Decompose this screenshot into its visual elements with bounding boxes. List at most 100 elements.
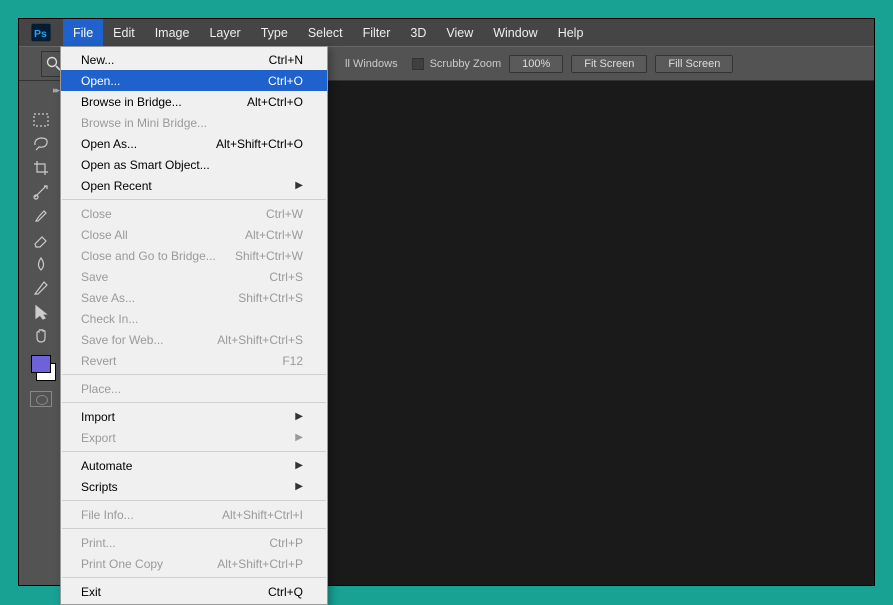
menu-item-exit[interactable]: Exit Ctrl+Q [61, 581, 327, 602]
scrubby-zoom-label: Scrubby Zoom [430, 58, 502, 70]
submenu-arrow-icon: ▶ [295, 432, 303, 443]
menu-item-file-info: File Info...Alt+Shift+Ctrl+I [61, 504, 327, 525]
marquee-tool[interactable] [29, 109, 53, 131]
menu-item-shortcut: Alt+Shift+Ctrl+O [216, 137, 303, 151]
tools-panel: ▸▸ [19, 81, 62, 585]
menu-item-label: Exit [81, 585, 101, 599]
pen-tool[interactable] [29, 277, 53, 299]
menu-item-label: Open as Smart Object... [81, 158, 210, 172]
submenu-arrow-icon: ▶ [295, 411, 303, 422]
menu-item-label: Open As... [81, 137, 137, 151]
menu-item-shortcut: Ctrl+S [269, 270, 303, 284]
menu-separator [62, 451, 326, 452]
path-select-tool[interactable] [29, 301, 53, 323]
menu-item-shortcut: Shift+Ctrl+S [238, 291, 303, 305]
menu-item-save-for-web: Save for Web...Alt+Shift+Ctrl+S [61, 329, 327, 350]
menu-item-new[interactable]: New... Ctrl+N [61, 49, 327, 70]
quickmask-icon[interactable] [30, 391, 52, 407]
foreground-color-swatch[interactable] [31, 355, 51, 373]
menu-item-save: Save Ctrl+S [61, 266, 327, 287]
menu-window[interactable]: Window [483, 19, 547, 46]
expand-panel-icon[interactable]: ▸▸ [53, 85, 58, 96]
menu-item-import[interactable]: Import ▶ [61, 406, 327, 427]
menu-item-label: Save [81, 270, 108, 284]
menu-item-shortcut: Alt+Ctrl+O [247, 95, 303, 109]
menu-item-shortcut: Ctrl+N [269, 53, 303, 67]
menu-item-label: Open Recent [81, 179, 152, 193]
menu-item-shortcut: Ctrl+P [269, 536, 303, 550]
file-menu-dropdown: New... Ctrl+N Open... Ctrl+O Browse in Bridg… [60, 46, 328, 605]
menu-item-label: Save As... [81, 291, 135, 305]
menu-item-check-in: Check In... [61, 308, 327, 329]
menu-select[interactable]: Select [298, 19, 353, 46]
menu-3d[interactable]: 3D [400, 19, 436, 46]
scrubby-zoom-checkbox[interactable] [412, 58, 424, 70]
menu-separator [62, 402, 326, 403]
menu-item-label: New... [81, 53, 114, 67]
submenu-arrow-icon: ▶ [295, 460, 303, 471]
menu-item-label: Revert [81, 354, 116, 368]
zoom-100-button[interactable]: 100% [509, 55, 563, 73]
menu-item-shortcut: Ctrl+O [268, 74, 303, 88]
menu-item-shortcut: Shift+Ctrl+W [235, 249, 303, 263]
hand-tool[interactable] [29, 325, 53, 347]
menu-item-browse-in-bridge[interactable]: Browse in Bridge... Alt+Ctrl+O [61, 91, 327, 112]
menu-item-label: Browse in Bridge... [81, 95, 182, 109]
eraser-tool[interactable] [29, 229, 53, 251]
menu-item-shortcut: F12 [282, 354, 303, 368]
menu-item-revert: Revert F12 [61, 350, 327, 371]
menu-help[interactable]: Help [548, 19, 594, 46]
brush-tool[interactable] [29, 205, 53, 227]
menu-item-scripts[interactable]: Scripts ▶ [61, 476, 327, 497]
submenu-arrow-icon: ▶ [295, 481, 303, 492]
menu-item-shortcut: Ctrl+Q [268, 585, 303, 599]
menu-item-open[interactable]: Open... Ctrl+O [61, 70, 327, 91]
menu-item-label: Close All [81, 228, 128, 242]
menu-item-label: Scripts [81, 480, 118, 494]
menu-item-browse-in-mini-bridge: Browse in Mini Bridge... [61, 112, 327, 133]
menu-item-label: Print One Copy [81, 557, 163, 571]
menu-item-shortcut: Alt+Shift+Ctrl+S [217, 333, 303, 347]
color-swatches[interactable] [26, 355, 56, 381]
menu-item-label: Export [81, 431, 116, 445]
menu-item-label: Open... [81, 74, 120, 88]
menu-image[interactable]: Image [145, 19, 200, 46]
submenu-arrow-icon: ▶ [295, 180, 303, 191]
menu-item-label: Import [81, 410, 115, 424]
menu-item-open-recent[interactable]: Open Recent ▶ [61, 175, 327, 196]
menu-item-automate[interactable]: Automate ▶ [61, 455, 327, 476]
menu-item-label: Close and Go to Bridge... [81, 249, 216, 263]
crop-tool[interactable] [29, 157, 53, 179]
menu-item-label: Print... [81, 536, 116, 550]
menu-filter[interactable]: Filter [353, 19, 401, 46]
fill-screen-button[interactable]: Fill Screen [655, 55, 733, 73]
menu-item-label: Automate [81, 459, 132, 473]
menu-item-close-and-go-to-bridge: Close and Go to Bridge... Shift+Ctrl+W [61, 245, 327, 266]
menu-layer[interactable]: Layer [199, 19, 250, 46]
menu-item-label: Check In... [81, 312, 138, 326]
menu-item-shortcut: Alt+Shift+Ctrl+I [222, 508, 303, 522]
app-logo: Ps [19, 19, 63, 46]
menu-item-open-as-smart-object[interactable]: Open as Smart Object... [61, 154, 327, 175]
fit-screen-button[interactable]: Fit Screen [571, 55, 647, 73]
menu-item-save-as: Save As... Shift+Ctrl+S [61, 287, 327, 308]
menu-item-place: Place... [61, 378, 327, 399]
menu-separator [62, 199, 326, 200]
blur-tool[interactable] [29, 253, 53, 275]
svg-text:Ps: Ps [34, 28, 47, 40]
app-window: Ps FileEditImageLayerTypeSelectFilter3DV… [18, 18, 875, 586]
menu-separator [62, 528, 326, 529]
menu-item-close: CloseCtrl+W [61, 203, 327, 224]
menu-file[interactable]: File [63, 19, 103, 46]
menu-item-label: Place... [81, 382, 121, 396]
menu-item-open-as[interactable]: Open As... Alt+Shift+Ctrl+O [61, 133, 327, 154]
lasso-tool[interactable] [29, 133, 53, 155]
menu-item-label: Browse in Mini Bridge... [81, 116, 207, 130]
menu-type[interactable]: Type [251, 19, 298, 46]
menu-item-shortcut: Alt+Ctrl+W [245, 228, 303, 242]
menu-edit[interactable]: Edit [103, 19, 145, 46]
all-windows-label: ll Windows [345, 58, 398, 70]
menu-view[interactable]: View [436, 19, 483, 46]
menu-item-export: Export ▶ [61, 427, 327, 448]
healing-brush-tool[interactable] [29, 181, 53, 203]
